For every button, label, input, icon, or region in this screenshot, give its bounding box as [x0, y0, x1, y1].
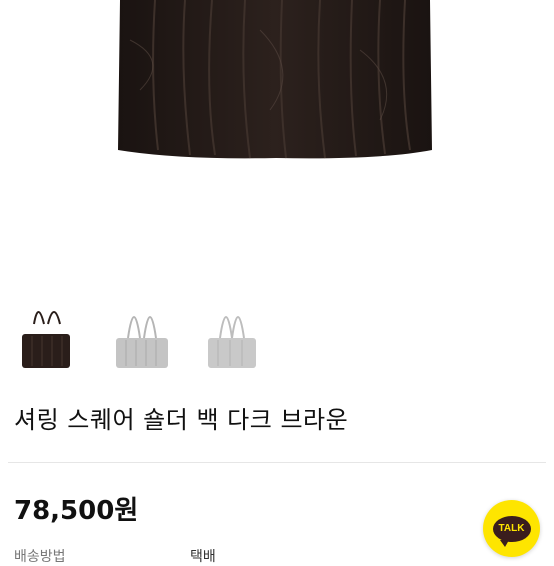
product-main-image: [0, 0, 554, 290]
thumbnail-dark-brown[interactable]: [14, 296, 78, 376]
chat-bubble-icon: TALK: [492, 515, 531, 547]
kakao-talk-button[interactable]: TALK: [483, 500, 540, 557]
talk-label: TALK: [498, 523, 525, 534]
product-price: 78,500원: [14, 496, 139, 526]
divider: [8, 462, 546, 463]
product-title: 셔링 스퀘어 숄더 백 다크 브라운: [14, 406, 349, 434]
shipping-label: 배송방법: [14, 549, 66, 565]
thumbnail-light-gray[interactable]: [200, 296, 264, 376]
thumbnail-gray[interactable]: [110, 296, 174, 376]
shipping-value: 택배: [190, 549, 216, 565]
